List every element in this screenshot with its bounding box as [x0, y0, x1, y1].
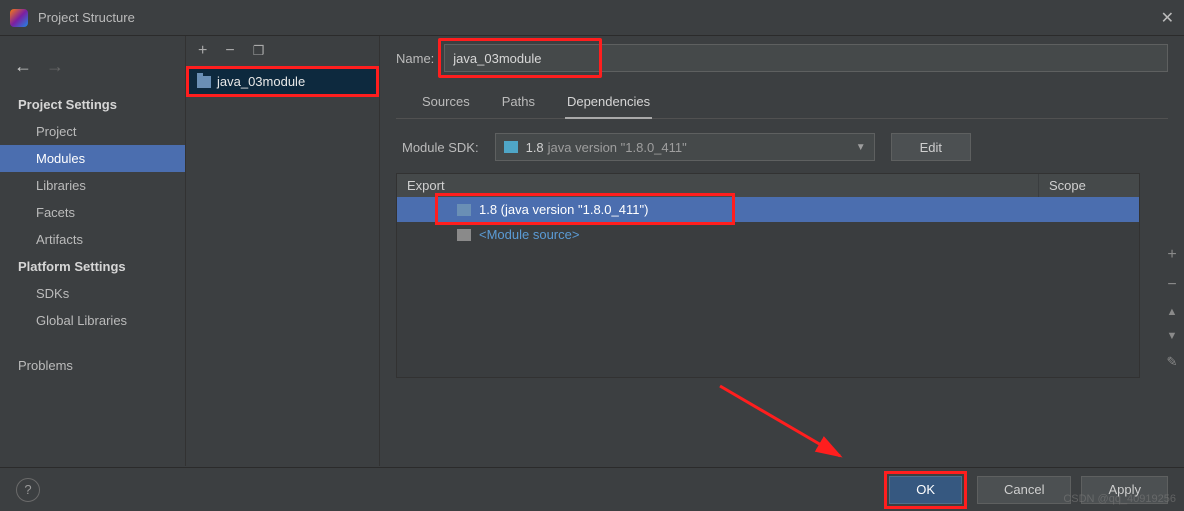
module-item[interactable]: java_03module: [186, 66, 379, 97]
sidebar-nav: ← → Project Settings Project Modules Lib…: [0, 36, 185, 466]
window-title: Project Structure: [38, 10, 135, 25]
footer: ? OK Cancel Apply: [0, 467, 1184, 511]
annotation-highlight: OK: [884, 471, 967, 509]
remove-dependency-icon[interactable]: −: [1167, 276, 1176, 294]
name-input[interactable]: [444, 44, 1168, 72]
tab-dependencies[interactable]: Dependencies: [565, 88, 652, 119]
dependency-label: <Module source>: [479, 227, 579, 242]
close-icon[interactable]: ✕: [1161, 8, 1174, 28]
sdk-detail: java version "1.8.0_411": [548, 140, 687, 155]
nav-item-modules[interactable]: Modules: [0, 145, 185, 172]
nav-back-icon[interactable]: ←: [14, 56, 32, 77]
platform-settings-header: Platform Settings: [0, 253, 185, 280]
app-logo-icon: [10, 9, 28, 27]
copy-module-icon[interactable]: ❐: [253, 43, 265, 59]
tab-paths[interactable]: Paths: [500, 88, 537, 118]
edit-sdk-button[interactable]: Edit: [891, 133, 971, 161]
nav-forward-icon: →: [46, 56, 64, 77]
edit-dependency-icon[interactable]: ✎: [1167, 354, 1178, 370]
add-dependency-icon[interactable]: +: [1167, 246, 1176, 264]
annotation-highlight: [435, 193, 735, 225]
source-folder-icon: [457, 229, 471, 241]
watermark: CSDN @qq_40919256: [1063, 493, 1176, 505]
titlebar: Project Structure ✕: [0, 0, 1184, 36]
dependency-row[interactable]: <Module source>: [397, 222, 1139, 247]
add-module-icon[interactable]: +: [198, 42, 207, 60]
cancel-button[interactable]: Cancel: [977, 476, 1071, 504]
tabs: Sources Paths Dependencies: [396, 88, 1168, 119]
module-folder-icon: [197, 76, 211, 88]
chevron-down-icon: ▼: [856, 142, 866, 153]
nav-item-project[interactable]: Project: [0, 118, 185, 145]
module-column: + − ❐ java_03module: [185, 36, 380, 466]
nav-item-facets[interactable]: Facets: [0, 199, 185, 226]
project-settings-header: Project Settings: [0, 91, 185, 118]
dependencies-table: Export Scope 1.8 (java version "1.8.0_41…: [396, 173, 1140, 378]
annotation-arrow-icon: [710, 376, 870, 476]
nav-item-libraries[interactable]: Libraries: [0, 172, 185, 199]
remove-module-icon[interactable]: −: [225, 42, 234, 60]
ok-button[interactable]: OK: [889, 476, 962, 504]
sdk-version: 1.8: [526, 140, 544, 155]
module-sdk-label: Module SDK:: [402, 140, 479, 155]
nav-item-sdks[interactable]: SDKs: [0, 280, 185, 307]
nav-item-problems[interactable]: Problems: [0, 352, 185, 379]
nav-item-global-libraries[interactable]: Global Libraries: [0, 307, 185, 334]
module-item-label: java_03module: [217, 74, 305, 89]
move-down-icon[interactable]: ▼: [1167, 330, 1178, 342]
content-panel: Name: Sources Paths Dependencies Module …: [380, 36, 1184, 466]
dependency-tools: + − ▲ ▼ ✎: [1160, 246, 1184, 370]
col-scope[interactable]: Scope: [1039, 174, 1139, 197]
module-sdk-select[interactable]: 1.8 java version "1.8.0_411" ▼: [495, 133, 875, 161]
sdk-folder-icon: [504, 141, 518, 153]
name-label: Name:: [396, 51, 434, 66]
help-button[interactable]: ?: [16, 478, 40, 502]
move-up-icon[interactable]: ▲: [1167, 306, 1178, 318]
nav-item-artifacts[interactable]: Artifacts: [0, 226, 185, 253]
tab-sources[interactable]: Sources: [420, 88, 472, 118]
